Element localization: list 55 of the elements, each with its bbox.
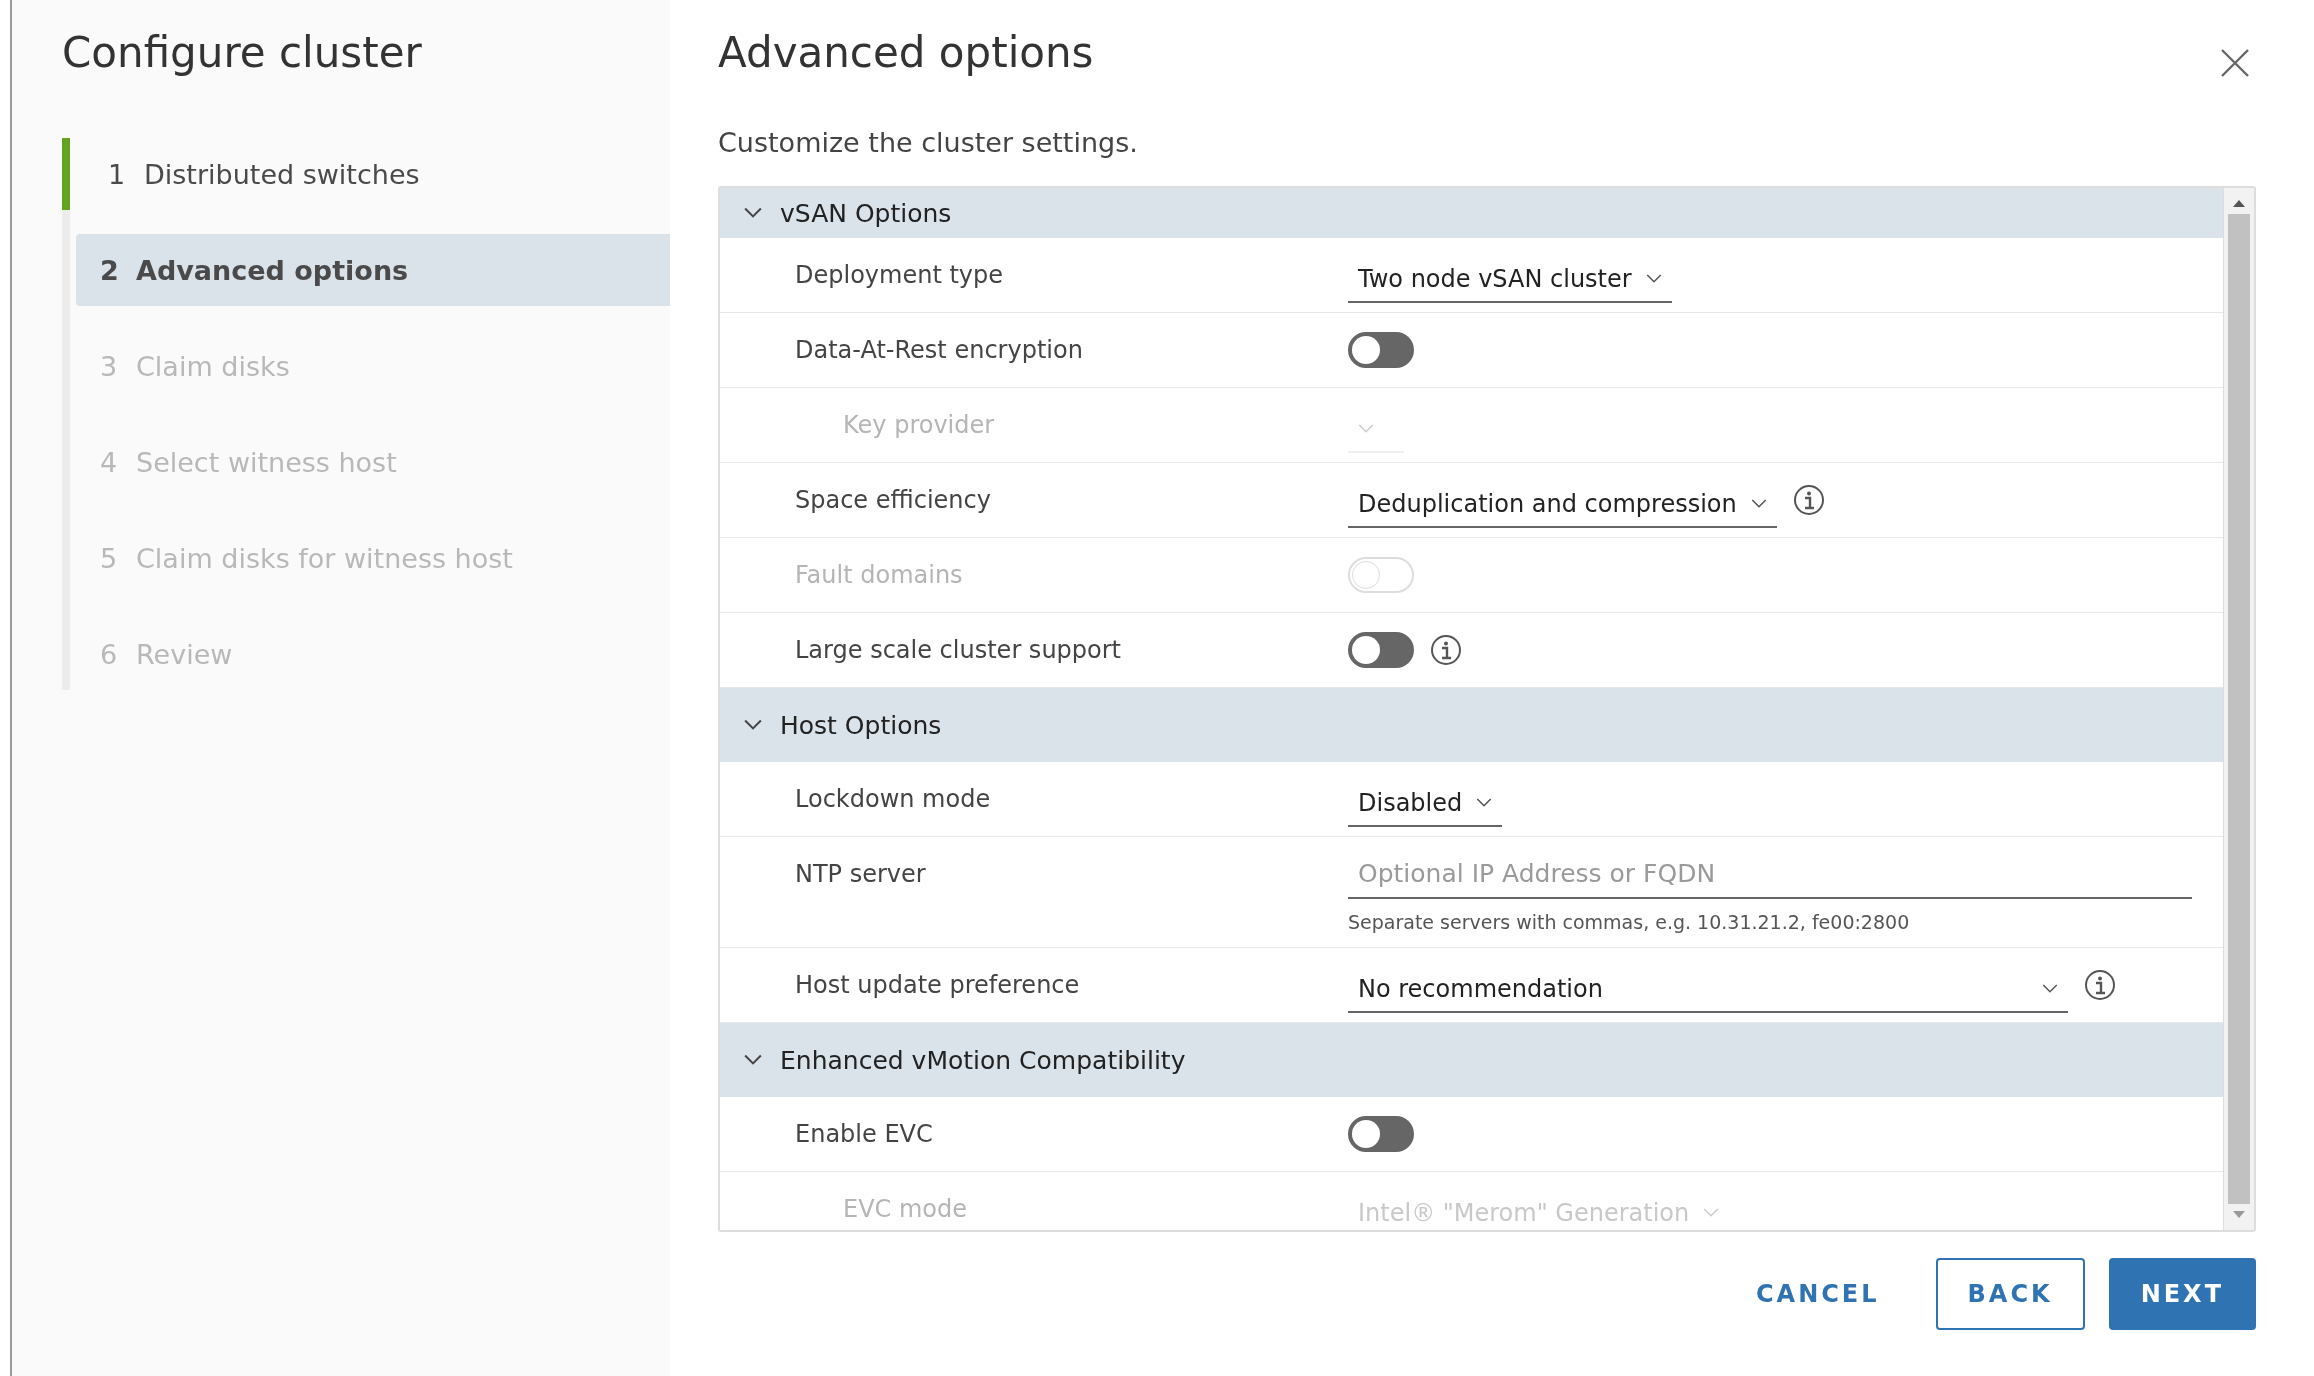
- dropdown[interactable]: Deduplication and compression: [1348, 482, 1777, 528]
- info-icon[interactable]: [2084, 969, 2116, 1001]
- info-icon[interactable]: [1792, 484, 1825, 516]
- step-number: 5: [100, 542, 119, 574]
- text-button[interactable]: CANCEL: [1724, 1258, 1912, 1330]
- field-label: Deployment type: [794, 260, 1005, 291]
- chevron-down-icon: [1750, 499, 1767, 509]
- step-number: 6: [100, 638, 119, 670]
- step-label: Claim disks: [136, 350, 290, 382]
- toggle-switch[interactable]: [1348, 632, 1414, 668]
- dropdown[interactable]: No recommendation: [1348, 967, 2068, 1013]
- field-label: EVC mode: [842, 1194, 969, 1225]
- field-label: Key provider: [842, 410, 996, 441]
- chevron-down-icon: [1703, 1208, 1720, 1218]
- wizard-step[interactable]: 2 Advanced options: [76, 234, 670, 306]
- field-label: Fault domains: [794, 560, 964, 591]
- step-number: 4: [100, 446, 119, 478]
- step-label: Claim disks for witness host: [136, 542, 513, 574]
- chevron-down-icon: [1645, 274, 1662, 284]
- step-label: Review: [136, 638, 233, 670]
- wizard-step[interactable]: 1 Distributed switches: [62, 138, 670, 210]
- dropdown[interactable]: Two node vSAN cluster: [1348, 257, 1672, 303]
- step-number: 1: [108, 158, 127, 190]
- field-label: Data-At-Rest encryption: [794, 335, 1084, 366]
- field-label: NTP server: [794, 859, 927, 890]
- field-label: Lockdown mode: [794, 784, 992, 815]
- step-label: Distributed switches: [144, 158, 420, 190]
- scroll-up-icon[interactable]: [2232, 198, 2246, 208]
- step-number: 3: [100, 350, 119, 382]
- info-icon[interactable]: [1430, 634, 1462, 666]
- step-number: 2: [100, 254, 120, 286]
- field-label: Host update preference: [794, 970, 1081, 1001]
- section-header[interactable]: Host Options: [720, 688, 2223, 762]
- field-label: Large scale cluster support: [794, 635, 1122, 666]
- field-label: Enable EVC: [794, 1119, 934, 1150]
- dialog-subtitle: Customize the cluster settings.: [718, 126, 1139, 160]
- dialog-title: Advanced options: [718, 27, 1094, 79]
- step-label: Advanced options: [136, 254, 409, 286]
- primary-button[interactable]: NEXT: [2108, 1258, 2256, 1330]
- chevron-down-icon: [2042, 984, 2058, 994]
- field-hint: Separate servers with commas, e.g. 10.31.21.2, fe00:2800: [1348, 910, 1911, 935]
- field-label: Space efficiency: [794, 485, 992, 516]
- toggle-switch[interactable]: [1348, 1116, 1414, 1152]
- close-icon: [2220, 48, 2250, 78]
- toggle-switch[interactable]: [1348, 332, 1414, 368]
- chevron-down-icon: [1476, 798, 1493, 808]
- dropdown[interactable]: Disabled: [1348, 781, 1503, 827]
- scroll-down-icon[interactable]: [2232, 1210, 2246, 1220]
- sidebar-title: Configure cluster: [61, 27, 423, 79]
- chevron-down-icon: [1358, 424, 1374, 434]
- step-label: Select witness host: [136, 446, 397, 478]
- section-header[interactable]: Enhanced vMotion Compatibility: [720, 1023, 2223, 1097]
- section-header[interactable]: vSAN Options: [720, 188, 2223, 238]
- scrollbar[interactable]: [2223, 188, 2254, 1230]
- outline-button[interactable]: BACK: [1935, 1258, 2085, 1330]
